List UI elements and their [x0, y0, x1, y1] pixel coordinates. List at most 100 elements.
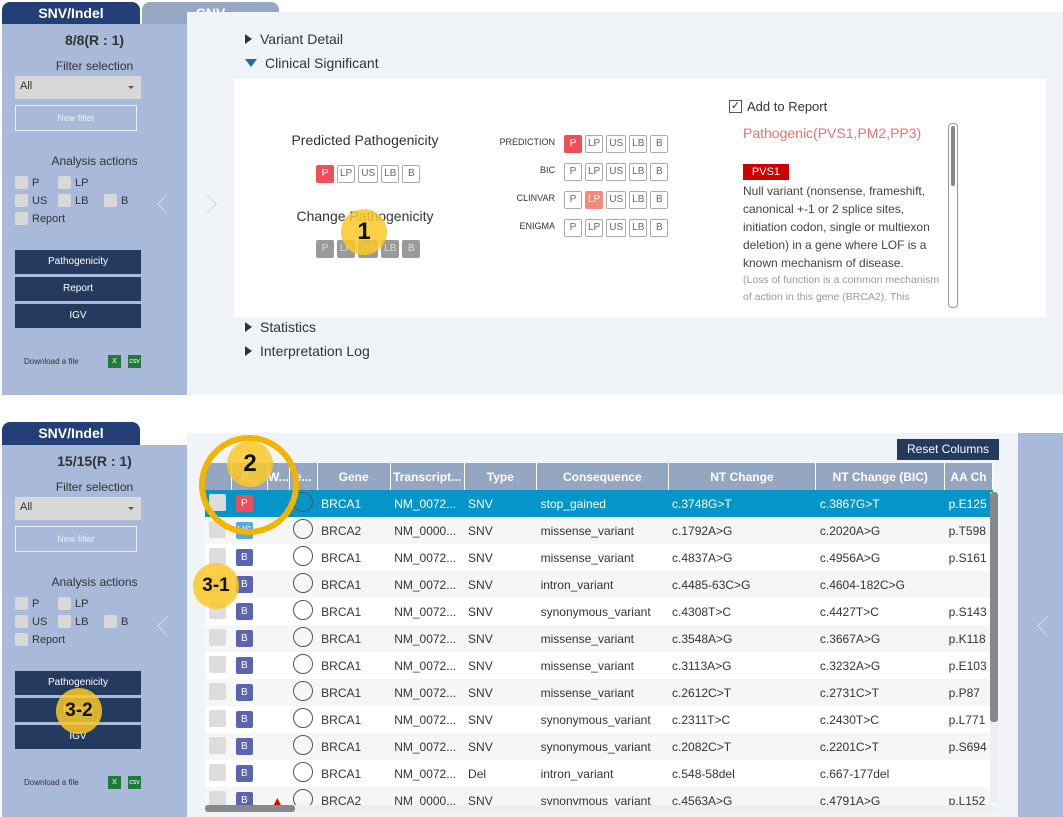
reset-columns-button[interactable]: Reset Columns: [897, 439, 999, 460]
tab-snv-indel[interactable]: SNV/Indel: [2, 2, 140, 25]
report-radio[interactable]: [293, 600, 314, 620]
cell-transcript: NM_0072...: [394, 658, 457, 673]
table-row[interactable]: B ▲ BRCA2 NM_0000... SNV synonymous_vari…: [205, 787, 993, 806]
pathogenicity-badge[interactable]: B: [235, 549, 253, 566]
check-p[interactable]: P: [15, 597, 39, 610]
check-us[interactable]: US: [15, 194, 47, 207]
row-checkbox[interactable]: [209, 790, 226, 806]
row-checkbox[interactable]: [209, 736, 226, 754]
table-row[interactable]: B BRCA1 NM_0072... SNV missense_variant …: [205, 652, 993, 679]
report-radio[interactable]: [293, 762, 314, 782]
table-row[interactable]: B BRCA1 NM_0072... SNV missense_variant …: [205, 544, 993, 571]
table-row[interactable]: B BRCA1 NM_0072... Del intron_variant c.…: [205, 760, 993, 787]
cell-type: SNV: [464, 625, 537, 652]
cell-transcript: NM_0000...: [390, 787, 465, 806]
report-button[interactable]: Report: [15, 277, 141, 301]
variant-count: 15/15(R : 1): [57, 453, 132, 469]
check-report[interactable]: Report: [15, 212, 65, 225]
vertical-scrollbar[interactable]: [990, 492, 998, 802]
row-checkbox[interactable]: [209, 628, 226, 646]
report-radio[interactable]: [293, 708, 314, 728]
change-p-button[interactable]: P: [316, 240, 334, 258]
cell-gene: BRCA1: [321, 712, 362, 727]
table-row[interactable]: B BRCA1 NM_0072... SNV intron_variant c.…: [205, 571, 993, 598]
report-radio[interactable]: [293, 546, 314, 566]
check-lp[interactable]: LP: [58, 597, 88, 610]
cell-aa-change: [944, 571, 993, 598]
excel-icon[interactable]: X: [108, 776, 121, 789]
excel-icon[interactable]: X: [108, 355, 121, 368]
report-radio[interactable]: [293, 573, 314, 593]
header-transcript[interactable]: Transcript...: [390, 463, 465, 490]
table-row[interactable]: US BRCA2 NM_0000... SNV missense_variant…: [205, 517, 993, 544]
predicted-buttons: P LP US LB B: [316, 163, 423, 183]
cell-consequence: synonymous_variant: [540, 712, 651, 727]
csv-icon[interactable]: csv: [128, 355, 141, 368]
table-row[interactable]: P BRCA1 NM_0072... SNV stop_gained c.374…: [205, 490, 993, 517]
table-row[interactable]: B BRCA1 NM_0072... SNV missense_variant …: [205, 625, 993, 652]
header-nt-change[interactable]: NT Change: [668, 463, 817, 490]
report-radio[interactable]: [293, 735, 314, 755]
scrollbar[interactable]: [948, 123, 958, 308]
pathogenicity-badge[interactable]: B: [235, 684, 253, 701]
table-row[interactable]: B BRCA1 NM_0072... SNV synonymous_varian…: [205, 598, 993, 625]
pathogenicity-badge[interactable]: B: [235, 738, 253, 755]
report-radio[interactable]: [293, 681, 314, 701]
report-radio[interactable]: [293, 519, 314, 539]
section-interpretation-log[interactable]: Interpretation Log: [245, 343, 370, 359]
check-p[interactable]: P: [15, 176, 39, 189]
cell-type: SNV: [464, 490, 537, 517]
criterion-note: (Loss of function is a common mechanism …: [743, 274, 940, 303]
horizontal-scrollbar[interactable]: [205, 805, 995, 812]
csv-icon[interactable]: csv: [128, 776, 141, 789]
add-to-report-checkbox[interactable]: ✓ Add to Report: [729, 99, 827, 114]
report-radio[interactable]: [293, 654, 314, 674]
report-radio[interactable]: [293, 627, 314, 647]
header-type[interactable]: Type: [464, 463, 538, 490]
header-nt-change-bic[interactable]: NT Change (BIC): [815, 463, 946, 490]
check-report[interactable]: Report: [15, 633, 65, 646]
header-consequence[interactable]: Consequence: [536, 463, 669, 490]
new-filter-button[interactable]: New filter: [15, 526, 137, 552]
check-lp[interactable]: LP: [58, 176, 88, 189]
pathogenicity-badge[interactable]: B: [235, 630, 253, 647]
igv-button[interactable]: IGV: [15, 304, 141, 328]
cell-nt-change-bic: c.2201C>T: [815, 733, 945, 760]
check-us[interactable]: US: [15, 615, 47, 628]
header-gene[interactable]: Gene: [317, 463, 391, 490]
cell-consequence: intron_variant: [540, 766, 614, 781]
table-row[interactable]: B BRCA1 NM_0072... SNV synonymous_varian…: [205, 733, 993, 760]
header-aa-change[interactable]: AA Ch: [944, 463, 993, 490]
tab-snv-indel-2[interactable]: SNV/Indel: [2, 422, 140, 445]
pathogenicity-badge[interactable]: B: [235, 765, 253, 782]
check-lb[interactable]: LB: [58, 615, 88, 628]
check-b[interactable]: B: [104, 615, 128, 628]
check-b[interactable]: B: [104, 194, 128, 207]
row-checkbox[interactable]: [209, 709, 226, 727]
row-checkbox[interactable]: [209, 655, 226, 673]
row-checkbox[interactable]: [209, 763, 226, 781]
level-b: B: [402, 165, 421, 183]
change-b-button[interactable]: B: [402, 240, 421, 258]
table-row[interactable]: B BRCA1 NM_0072... SNV missense_variant …: [205, 679, 993, 706]
filter-select[interactable]: All: [15, 497, 141, 520]
check-icon: ✓: [729, 100, 742, 113]
cell-type: SNV: [464, 517, 537, 544]
new-filter-button[interactable]: New filter: [15, 105, 137, 131]
cell-gene: BRCA1: [321, 604, 362, 619]
row-checkbox[interactable]: [209, 547, 226, 565]
check-lb[interactable]: LB: [58, 194, 88, 207]
cell-type: SNV: [464, 571, 537, 598]
pathogenicity-badge[interactable]: B: [235, 792, 253, 806]
section-variant-detail[interactable]: Variant Detail: [245, 31, 343, 47]
section-statistics[interactable]: Statistics: [245, 319, 316, 335]
pathogenicity-badge[interactable]: B: [235, 657, 253, 674]
pathogenicity-badge[interactable]: B: [235, 711, 253, 728]
pathogenicity-button[interactable]: Pathogenicity: [15, 250, 141, 274]
report-radio[interactable]: [293, 789, 314, 806]
section-clinical-significant[interactable]: Clinical Significant: [245, 55, 379, 71]
row-checkbox[interactable]: [209, 682, 226, 700]
filter-select[interactable]: All: [15, 76, 141, 99]
pathogenicity-badge[interactable]: B: [235, 603, 253, 620]
table-row[interactable]: B BRCA1 NM_0072... SNV synonymous_varian…: [205, 706, 993, 733]
